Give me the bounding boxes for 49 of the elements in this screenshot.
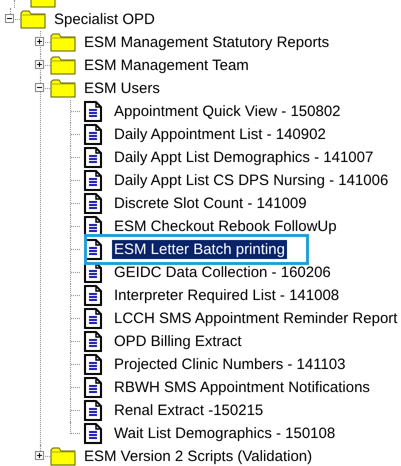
tree-item[interactable]: Daily Appt List CS DPS Nursing - 141006 xyxy=(112,171,390,190)
tree-item[interactable]: Projected Clinic Numbers - 141103 xyxy=(112,355,348,374)
tree-item[interactable]: ESM Letter Batch printing xyxy=(112,240,287,259)
tree-item[interactable]: Specialist OPD xyxy=(52,10,157,29)
document-icon xyxy=(83,423,103,444)
tree-item[interactable]: GEIDC Data Collection - 160206 xyxy=(112,263,333,282)
folder-icon xyxy=(20,10,46,29)
document-icon xyxy=(83,193,103,214)
document-icon xyxy=(83,377,103,398)
tree-item[interactable]: LCCH SMS Appointment Reminder Report xyxy=(112,309,400,328)
folder-icon xyxy=(50,56,76,75)
expand-button[interactable] xyxy=(35,37,44,46)
tree-item[interactable]: ESM Management Team xyxy=(82,56,251,75)
document-icon xyxy=(83,216,103,237)
folder-icon xyxy=(50,79,76,98)
document-icon xyxy=(83,170,103,191)
document-icon xyxy=(83,101,103,122)
tree-item[interactable]: ESM Checkout Rebook FollowUp xyxy=(112,217,339,236)
minus-icon xyxy=(6,15,13,22)
plus-icon xyxy=(36,452,43,459)
document-icon xyxy=(83,262,103,283)
expand-button[interactable] xyxy=(35,60,44,69)
tree-item[interactable]: Discrete Slot Count - 141009 xyxy=(112,194,309,213)
tree-item[interactable]: ESM Management Statutory Reports xyxy=(82,33,332,52)
tree-item[interactable]: Renal Extract -150215 xyxy=(112,401,266,420)
tree-item[interactable]: Daily Appt List Demographics - 141007 xyxy=(112,148,376,167)
folder-icon xyxy=(50,33,76,52)
document-icon xyxy=(83,331,103,352)
document-icon xyxy=(83,308,103,329)
folder-icon xyxy=(50,447,76,466)
document-icon xyxy=(83,124,103,145)
collapse-button[interactable] xyxy=(35,83,44,92)
document-icon xyxy=(83,285,103,306)
tree-item[interactable]: Wait List Demographics - 150108 xyxy=(112,424,338,443)
minus-icon xyxy=(36,84,43,91)
plus-icon xyxy=(36,61,43,68)
document-icon xyxy=(83,400,103,421)
tree-item[interactable]: RBWH SMS Appointment Notifications xyxy=(112,378,372,397)
tree-item[interactable]: OPD Billing Extract xyxy=(112,332,244,351)
document-icon xyxy=(83,354,103,375)
plus-icon xyxy=(36,38,43,45)
expand-button[interactable] xyxy=(35,451,44,460)
tree-item[interactable]: Interpreter Required List - 141008 xyxy=(112,286,342,305)
collapse-button[interactable] xyxy=(5,14,14,23)
document-icon xyxy=(83,147,103,168)
tree-item[interactable]: ESM Users xyxy=(82,79,162,98)
tree-item[interactable]: Appointment Quick View - 150802 xyxy=(112,102,343,121)
tree-item[interactable]: Daily Appointment List - 140902 xyxy=(112,125,328,144)
tree-item[interactable]: ESM Version 2 Scripts (Validation) xyxy=(82,447,314,466)
